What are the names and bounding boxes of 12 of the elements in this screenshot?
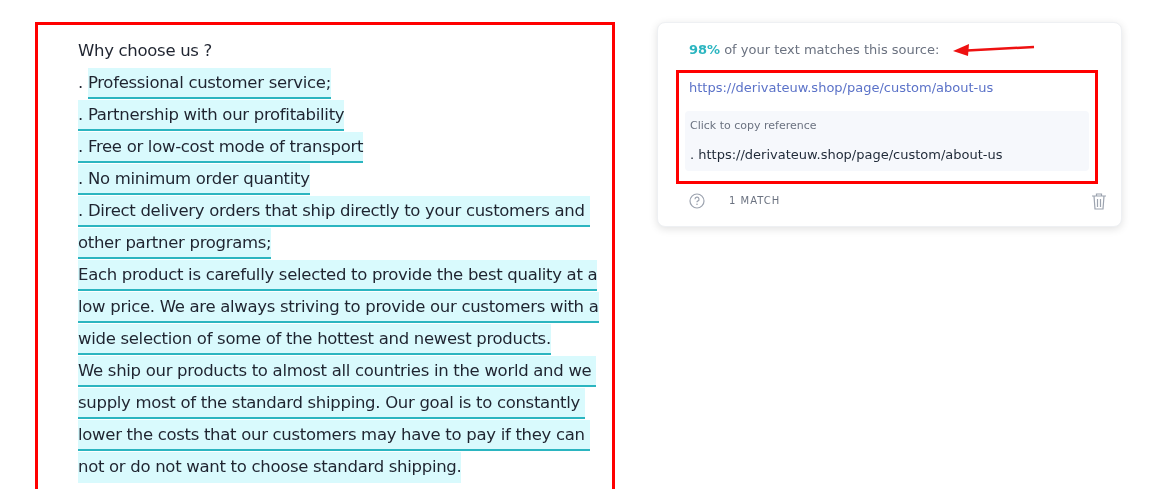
source-link[interactable]: https://derivateuw.shop/page/custom/about-us [689, 77, 1095, 97]
reference-panel[interactable]: Click to copy reference . https://derivateuw.shop/page/custom/about-us [685, 111, 1089, 171]
match-percent: 98% [689, 41, 721, 59]
match-summary: of your text matches this source: [724, 41, 940, 59]
trash-icon[interactable] [1091, 191, 1107, 210]
text-line: Why choose us ? [78, 39, 213, 62]
copy-hint: Click to copy reference [690, 118, 818, 134]
reference-text: . https://derivateuw.shop/page/custom/about-us [690, 145, 1004, 164]
match-count: 1 MATCH [729, 194, 781, 208]
text-line: . [78, 71, 84, 94]
arrow-icon [953, 43, 1036, 56]
help-icon[interactable] [689, 192, 705, 209]
